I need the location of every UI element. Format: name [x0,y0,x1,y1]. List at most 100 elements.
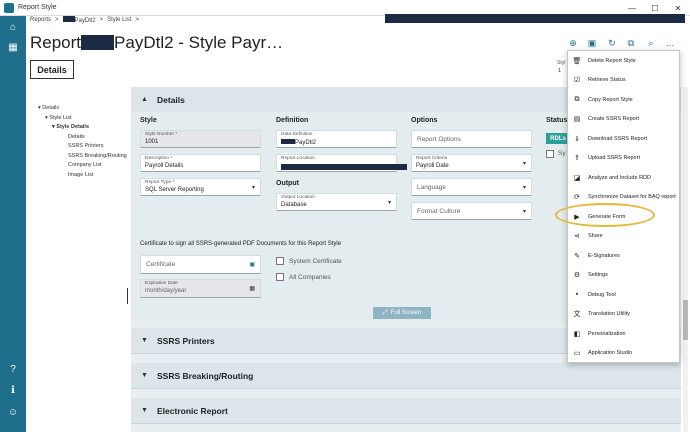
expand-icon: ▾ [52,124,55,130]
menu-item-debug-tool[interactable]: ▪ Debug Tool [568,285,681,304]
add-icon[interactable]: ⊕ [567,37,579,49]
analyze-icon: ◪ [573,174,581,182]
breadcrumb-style-list[interactable]: Style List [107,17,131,23]
redacted-block [81,35,115,50]
format-culture-select[interactable]: Format Culture ▾ [411,202,532,220]
grid-icon[interactable]: ▦ [7,42,19,54]
chevron-down-icon: ▾ [251,185,255,191]
tree-item[interactable]: SSRS Breaking/Routing [38,152,127,162]
debug-icon: ▪ [575,291,579,298]
save-icon[interactable]: ▣ [586,37,598,49]
personalization-icon: ◧ [573,330,581,338]
chevron-up-icon: ▲ [141,96,148,103]
tree-item[interactable]: Details [38,133,127,143]
status-checkbox[interactable] [546,150,554,158]
definition-column-title: Definition [276,117,309,124]
download-icon: ⇓ [574,135,580,143]
scrollbar-track[interactable] [683,87,688,432]
tab-details[interactable]: Details [30,60,74,79]
tree-item[interactable]: Image List [38,171,127,181]
all-companies-checkbox[interactable] [276,273,284,281]
breadcrumb-separator: > [55,17,59,23]
menu-item-application-studio[interactable]: ▭ Application Studio [568,344,681,363]
menu-item-delete-report-style[interactable]: 🗑 Delete Report Style [568,51,681,70]
style-number-field: Style Number * 1001 [140,130,261,148]
refresh-icon[interactable]: ↻ [606,37,618,49]
breadcrumb-separator: > [135,17,139,23]
tree-item[interactable]: ▾ Style Details [38,123,127,133]
output-location-select[interactable]: Output Location Database ▾ [276,193,397,211]
style-partial-label: Styl [557,60,566,66]
title-prefix: Report [30,33,82,52]
menu-item-settings[interactable]: ⚙ Settings [568,266,681,285]
menu-item-e-signatures[interactable]: ✎ E-Signatures [568,246,681,265]
user-icon[interactable]: ☺ [7,407,19,419]
system-certificate-checkbox[interactable] [276,257,284,265]
menu-item-retrieve-status[interactable]: ☑ Retrieve Status [568,71,681,90]
full-screen-button[interactable]: ⤢ Full Screen [373,307,431,319]
menu-item-translation-utility[interactable]: 文 Translation Utility [568,305,681,324]
style-column-title: Style [140,117,157,124]
tree-item[interactable]: ▾ Details [38,104,127,114]
app-icon [4,2,14,13]
chevron-down-icon: ▾ [522,209,526,215]
section-label: Details [157,94,185,105]
language-select[interactable]: Language ▾ [411,178,532,196]
certificate-heading: Certificate to sign all SSRS-generated P… [140,241,342,247]
search-icon[interactable]: ⌕ [645,37,657,49]
breadcrumb-reports[interactable]: Reports [30,17,51,23]
section-ssrs-breaking-header[interactable]: ▼ SSRS Breaking/Routing [131,363,681,389]
chevron-down-icon: ▼ [141,372,148,379]
copy-icon: ⧉ [574,95,580,103]
gear-icon: ⚙ [573,272,581,279]
title-suffix: PayDtl2 - Style Payr… [114,33,284,52]
breadcrumb-report[interactable]: PayDtl2 [62,16,96,24]
certificate-field[interactable]: Certificate ▣ [140,255,261,274]
menu-item-share[interactable]: ⋖ Share [568,227,681,246]
number-partial-value: 1 [558,68,562,74]
signature-icon: ✎ [574,252,580,260]
copy-icon[interactable]: ⧉ [625,37,637,49]
breadcrumb-separator: > [99,17,104,23]
report-location-field[interactable]: Report Location [276,154,407,172]
calendar-icon: ▦ [249,286,255,292]
chevron-down-icon: ▼ [141,337,148,344]
help-icon[interactable]: ? [7,364,19,376]
chevron-down-icon: ▾ [522,161,526,167]
status-column-title: Status [546,117,568,124]
tree-item[interactable]: Company List [38,161,127,171]
resize-divider[interactable] [127,288,128,304]
status-checkbox-label: Sy [558,150,566,157]
menu-item-personalization[interactable]: ◧ Personalization [568,324,681,343]
home-icon[interactable]: ⌂ [7,22,19,34]
redacted-bar [385,14,685,23]
description-field[interactable]: Description * Payroll Details [140,154,261,172]
expand-icon: ▾ [45,114,48,121]
tree-item[interactable]: ▾ Style List [38,114,127,124]
highlight-annotation [555,203,655,227]
redacted-block [281,164,407,170]
more-icon[interactable]: … [664,37,676,49]
section-electronic-report-header[interactable]: ▼ Electronic Report [131,398,681,424]
info-icon[interactable]: ℹ [7,385,19,397]
menu-item-analyze-include-rdd[interactable]: ◪ Analyze and Include RDD [568,168,681,187]
all-companies-label: All Companies [289,274,331,281]
output-column-title: Output [276,180,299,187]
page-title: Report PayDtl2 - Style Payr… [30,33,283,53]
menu-item-copy-report-style[interactable]: ⧉ Copy Report Style [568,90,681,109]
menu-item-upload-ssrs-report[interactable]: ⇑ Upload SSRS Report [568,149,681,168]
file-plus-icon: ▤ [573,116,581,123]
certificate-file-icon[interactable]: ▣ [249,261,255,268]
report-options-field[interactable]: Report Options [411,130,532,148]
report-criteria-select[interactable]: Report Criteria Payroll Date ▾ [411,154,532,172]
menu-item-create-ssrs-report[interactable]: ▤ Create SSRS Report [568,110,681,129]
chevron-down-icon: ▾ [387,200,391,206]
sync-icon: ⟳ [574,194,580,201]
report-type-select[interactable]: Report Type * SQL Server Reporting ▾ [140,178,261,196]
scrollbar-thumb[interactable] [683,300,688,340]
menu-item-download-ssrs-report[interactable]: ⇓ Download SSRS Report [568,129,681,148]
nav-tree: ▾ Details ▾ Style List ▾ Style Details D… [38,104,127,180]
redacted-block [281,139,295,144]
tree-item[interactable]: SSRS Printers [38,142,127,152]
data-definition-field[interactable]: Data Definition PayDtl2 [276,130,397,148]
